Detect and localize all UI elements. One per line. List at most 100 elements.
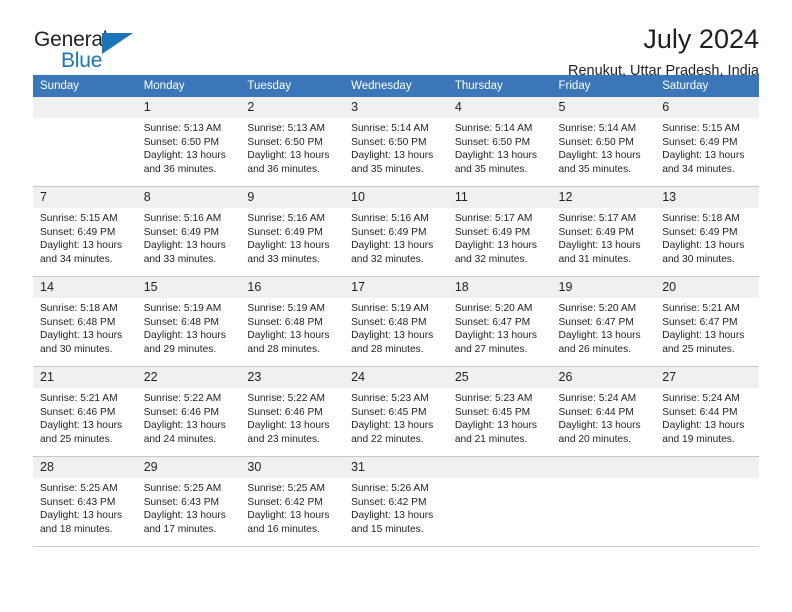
day-details: Sunrise: 5:22 AM Sunset: 6:46 PM Dayligh… <box>240 388 344 447</box>
daylight-text-line1: Daylight: 13 hours <box>247 240 330 252</box>
day-cell[interactable]: 25 Sunrise: 5:23 AM Sunset: 6:45 PM Dayl… <box>447 366 552 457</box>
day-cell[interactable]: 22 Sunrise: 5:22 AM Sunset: 6:46 PM Dayl… <box>136 366 241 457</box>
day-cell[interactable]: 29 Sunrise: 5:25 AM Sunset: 6:43 PM Dayl… <box>136 456 241 547</box>
daylight-text-line2: and 35 minutes. <box>454 164 528 176</box>
day-cell[interactable]: 8 Sunrise: 5:16 AM Sunset: 6:49 PM Dayli… <box>136 186 241 277</box>
day-cell[interactable]: 7 Sunrise: 5:15 AM Sunset: 6:49 PM Dayli… <box>33 186 137 277</box>
day-cell[interactable]: 5 Sunrise: 5:14 AM Sunset: 6:50 PM Dayli… <box>551 97 656 187</box>
sunset-text: Sunset: 6:48 PM <box>351 316 427 328</box>
day-cell[interactable]: 9 Sunrise: 5:16 AM Sunset: 6:49 PM Dayli… <box>240 186 345 277</box>
day-cell[interactable]: 14 Sunrise: 5:18 AM Sunset: 6:48 PM Dayl… <box>33 276 137 367</box>
daylight-text-line1: Daylight: 13 hours <box>247 330 330 342</box>
day-number: 23 <box>240 367 345 388</box>
day-cell[interactable] <box>33 97 137 187</box>
day-number: 30 <box>240 457 345 478</box>
sunset-text: Sunset: 6:49 PM <box>662 136 738 148</box>
day-cell[interactable]: 12 Sunrise: 5:17 AM Sunset: 6:49 PM Dayl… <box>551 186 656 277</box>
day-cell[interactable]: 15 Sunrise: 5:19 AM Sunset: 6:48 PM Dayl… <box>136 276 241 367</box>
daylight-text-line2: and 33 minutes. <box>247 254 320 266</box>
page-title: July 2024 <box>643 24 759 54</box>
day-details: Sunrise: 5:17 AM Sunset: 6:49 PM Dayligh… <box>448 208 552 267</box>
day-cell[interactable]: 27 Sunrise: 5:24 AM Sunset: 6:44 PM Dayl… <box>655 366 759 457</box>
day-cell[interactable]: 16 Sunrise: 5:19 AM Sunset: 6:48 PM Dayl… <box>240 276 345 367</box>
daylight-text-line1: Daylight: 13 hours <box>351 420 434 432</box>
sunrise-text: Sunrise: 5:21 AM <box>40 393 118 404</box>
day-cell[interactable]: 26 Sunrise: 5:24 AM Sunset: 6:44 PM Dayl… <box>551 366 656 457</box>
day-cell[interactable]: 30 Sunrise: 5:25 AM Sunset: 6:42 PM Dayl… <box>240 456 345 547</box>
day-number: 31 <box>344 457 448 478</box>
day-details: Sunrise: 5:26 AM Sunset: 6:42 PM Dayligh… <box>344 478 448 537</box>
sunrise-text: Sunrise: 5:16 AM <box>247 213 325 224</box>
day-cell[interactable]: 10 Sunrise: 5:16 AM Sunset: 6:49 PM Dayl… <box>344 186 448 277</box>
day-cell[interactable] <box>447 456 552 547</box>
daylight-text-line2: and 36 minutes. <box>247 164 320 176</box>
daylight-text-line2: and 28 minutes. <box>247 344 320 356</box>
day-details: Sunrise: 5:23 AM Sunset: 6:45 PM Dayligh… <box>448 388 552 447</box>
day-cell[interactable] <box>551 456 656 547</box>
sunset-text: Sunset: 6:50 PM <box>558 136 634 148</box>
day-number: 24 <box>344 367 448 388</box>
daylight-text-line2: and 32 minutes. <box>351 254 424 266</box>
daylight-text-line1: Daylight: 13 hours <box>558 420 641 432</box>
day-cell[interactable] <box>655 456 759 547</box>
day-cell[interactable]: 4 Sunrise: 5:14 AM Sunset: 6:50 PM Dayli… <box>447 97 552 187</box>
sunset-text: Sunset: 6:50 PM <box>454 136 531 148</box>
day-cell[interactable]: 24 Sunrise: 5:23 AM Sunset: 6:45 PM Dayl… <box>344 366 448 457</box>
day-number: 17 <box>344 277 448 298</box>
day-number: 27 <box>655 367 759 388</box>
day-details <box>655 478 759 482</box>
day-cell[interactable]: 3 Sunrise: 5:14 AM Sunset: 6:50 PM Dayli… <box>344 97 448 187</box>
sunset-text: Sunset: 6:44 PM <box>558 406 634 418</box>
daylight-text-line2: and 25 minutes. <box>662 344 735 356</box>
sunset-text: Sunset: 6:49 PM <box>454 226 531 238</box>
sunset-text: Sunset: 6:50 PM <box>351 136 427 148</box>
sunrise-text: Sunrise: 5:19 AM <box>143 303 222 314</box>
day-cell[interactable]: 23 Sunrise: 5:22 AM Sunset: 6:46 PM Dayl… <box>240 366 345 457</box>
sunrise-text: Sunrise: 5:22 AM <box>143 393 222 404</box>
day-cell[interactable]: 17 Sunrise: 5:19 AM Sunset: 6:48 PM Dayl… <box>344 276 448 367</box>
sunrise-text: Sunrise: 5:25 AM <box>40 483 118 494</box>
sunset-text: Sunset: 6:48 PM <box>143 316 220 328</box>
sunrise-text: Sunrise: 5:19 AM <box>351 303 429 314</box>
day-cell[interactable]: 2 Sunrise: 5:13 AM Sunset: 6:50 PM Dayli… <box>240 97 345 187</box>
sunset-text: Sunset: 6:45 PM <box>454 406 531 418</box>
day-cell[interactable]: 1 Sunrise: 5:13 AM Sunset: 6:50 PM Dayli… <box>136 97 241 187</box>
daylight-text-line2: and 30 minutes. <box>40 344 113 356</box>
daylight-text-line2: and 34 minutes. <box>40 254 113 266</box>
daylight-text-line2: and 20 minutes. <box>558 434 632 446</box>
day-details: Sunrise: 5:19 AM Sunset: 6:48 PM Dayligh… <box>137 298 241 357</box>
day-details: Sunrise: 5:13 AM Sunset: 6:50 PM Dayligh… <box>240 118 344 177</box>
day-details: Sunrise: 5:14 AM Sunset: 6:50 PM Dayligh… <box>448 118 552 177</box>
sunrise-text: Sunrise: 5:24 AM <box>662 393 740 404</box>
day-cell[interactable]: 31 Sunrise: 5:26 AM Sunset: 6:42 PM Dayl… <box>344 456 448 547</box>
day-cell[interactable]: 18 Sunrise: 5:20 AM Sunset: 6:47 PM Dayl… <box>447 276 552 367</box>
sunrise-text: Sunrise: 5:18 AM <box>662 213 740 224</box>
sunset-text: Sunset: 6:45 PM <box>351 406 427 418</box>
day-number: 1 <box>136 97 241 118</box>
daylight-text-line1: Daylight: 13 hours <box>143 150 226 162</box>
sunset-text: Sunset: 6:49 PM <box>143 226 220 238</box>
daylight-text-line2: and 28 minutes. <box>351 344 424 356</box>
day-cell[interactable]: 21 Sunrise: 5:21 AM Sunset: 6:46 PM Dayl… <box>33 366 137 457</box>
sunrise-text: Sunrise: 5:13 AM <box>143 123 222 134</box>
day-cell[interactable]: 11 Sunrise: 5:17 AM Sunset: 6:49 PM Dayl… <box>447 186 552 277</box>
daylight-text-line1: Daylight: 13 hours <box>247 420 330 432</box>
day-details: Sunrise: 5:24 AM Sunset: 6:44 PM Dayligh… <box>655 388 759 447</box>
day-cell[interactable]: 20 Sunrise: 5:21 AM Sunset: 6:47 PM Dayl… <box>655 276 759 367</box>
sunrise-text: Sunrise: 5:23 AM <box>351 393 429 404</box>
sunrise-text: Sunrise: 5:14 AM <box>351 123 429 134</box>
day-number: 4 <box>447 97 552 118</box>
day-cell[interactable]: 6 Sunrise: 5:15 AM Sunset: 6:49 PM Dayli… <box>655 97 759 187</box>
day-details: Sunrise: 5:15 AM Sunset: 6:49 PM Dayligh… <box>655 118 759 177</box>
sunrise-text: Sunrise: 5:15 AM <box>662 123 740 134</box>
day-cell[interactable]: 13 Sunrise: 5:18 AM Sunset: 6:49 PM Dayl… <box>655 186 759 277</box>
daylight-text-line1: Daylight: 13 hours <box>247 150 330 162</box>
general-blue-logo[interactable]: General Blue <box>34 28 164 76</box>
day-cell[interactable]: 28 Sunrise: 5:25 AM Sunset: 6:43 PM Dayl… <box>33 456 137 547</box>
day-details: Sunrise: 5:23 AM Sunset: 6:45 PM Dayligh… <box>344 388 448 447</box>
sunrise-text: Sunrise: 5:20 AM <box>558 303 637 314</box>
daylight-text-line2: and 35 minutes. <box>351 164 424 176</box>
day-details: Sunrise: 5:17 AM Sunset: 6:49 PM Dayligh… <box>552 208 656 267</box>
sunset-text: Sunset: 6:46 PM <box>143 406 220 418</box>
day-cell[interactable]: 19 Sunrise: 5:20 AM Sunset: 6:47 PM Dayl… <box>551 276 656 367</box>
